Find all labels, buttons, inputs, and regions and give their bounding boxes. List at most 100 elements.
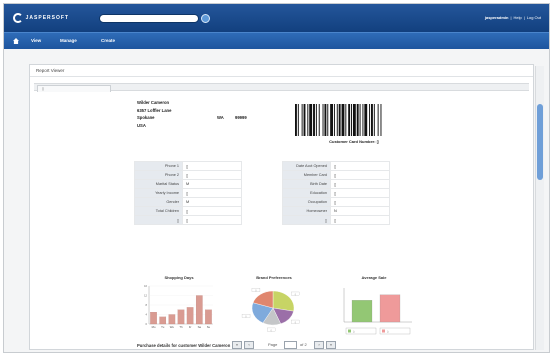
detail-left-value: M [182,179,242,189]
detail-left-value: ▯ [182,206,242,216]
page-number-input[interactable] [284,341,297,349]
detail-left-value: ▯ [182,188,242,198]
detail-left-row: ▯ ▯ [134,215,242,225]
brand-name: JASPERSOFT [25,15,69,21]
search-input[interactable] [99,14,199,23]
barcode-bar [322,104,324,136]
barcode-bar [345,104,347,136]
bar [159,316,167,325]
detail-left-value: ▯ [182,215,242,225]
barcode-bar [307,104,309,136]
bar [205,309,212,325]
barcode-bar [356,104,359,136]
customer-name: Wilder Cameron [137,100,170,105]
barcode-bar [330,104,333,136]
shopping-days-chart: 0 4 8 12 16 Mo Tu We Th Fr Sa Su [144,284,213,329]
barcode-bar [362,104,364,136]
detail-left-row: Marital Status M [134,179,242,189]
detail-right-value: ▯ [330,197,390,207]
detail-right-value: ▯ [330,179,390,189]
menu-view[interactable]: View [31,38,41,43]
legend-swatch [348,329,351,333]
detail-left-row: Yearly Income ▯ [134,188,242,198]
brand-logo[interactable]: JASPERSOFT [13,13,69,23]
barcode-bar [315,104,317,136]
legend-label: ▯ [387,330,388,333]
detail-left-value: ▯ [182,161,242,171]
barcode-bar [369,104,371,136]
x-tick-label: Fr [189,325,192,329]
customer-details-right: Date Acct Opened ▯ Member Card ▯ Birth Date ▯… [282,161,390,225]
pie-slice [272,290,295,312]
x-tick-label: Mo [152,325,156,329]
detail-left-row: Gender M [134,197,242,207]
bar [195,295,203,325]
page-count-label: of 2 [300,342,307,347]
first-page-button[interactable]: « [232,341,242,349]
detail-right-value: ▯ [330,215,390,225]
barcode-bar [297,104,299,136]
scrollbar-thumb[interactable] [537,104,543,180]
user-name-link[interactable]: jasperadmin [485,15,509,20]
average-sale-chart: ▯ ▯ [343,288,412,335]
top-bar: JASPERSOFT jasperadmin | Help | Log Out [4,4,549,32]
home-icon[interactable] [13,38,19,44]
barcode-bar [364,104,368,136]
detail-right-row: Member Card ▯ [282,170,390,180]
average-sale-title: Average Sale [361,275,387,280]
detail-right-label: Education [282,188,331,198]
separator: | [523,15,525,20]
detail-right-value: N [330,206,390,216]
bar [379,294,401,323]
detail-left-label: Gender [134,197,183,207]
prev-page-button[interactable]: ‹ [244,341,254,349]
next-page-button[interactable]: › [314,341,324,349]
slice-label: ▯ [295,293,296,296]
bar [351,300,373,323]
menu-create[interactable]: Create [101,38,115,43]
barcode-bar [327,104,329,136]
detail-right-row: Date Acct Opened ▯ [282,161,390,171]
detail-right-value: ▯ [330,188,390,198]
barcode-bar [295,104,297,136]
vertical-scrollbar[interactable] [535,66,544,350]
bar [150,312,157,325]
detail-right-label: Date Acct Opened [282,161,331,171]
customer-city: Spokane [137,115,155,120]
slice-label: ▯ [295,321,296,324]
x-tick-label: Tu [161,325,165,329]
y-tick-label: 4 [146,313,148,317]
detail-left-label: Phone 1 [134,161,183,171]
customer-zip: 99999 [235,115,247,120]
barcode-bar [348,104,351,136]
browser-frame: JASPERSOFT jasperadmin | Help | Log Out … [3,3,550,353]
detail-left-label: Phone 2 [134,170,183,180]
detail-right-label: ▯ [282,215,331,225]
detail-right-label: Homeowner [282,206,331,216]
detail-right-value: ▯ [330,161,390,171]
slice-label: ▯ [245,315,246,318]
barcode-bar [341,104,345,136]
customer-barcode [295,104,382,136]
barcode-bar [373,104,375,136]
card-number-caption: Customer Card Number: ▯ [329,139,379,144]
logout-link[interactable]: Log Out [527,15,541,20]
shopping-days-title: Shopping Days [164,275,194,280]
bar [168,314,176,325]
y-tick-label: 8 [146,303,148,307]
slice-label: ▯ [255,289,256,292]
detail-right-row: Birth Date ▯ [282,179,390,189]
y-tick-label: 0 [146,322,148,326]
last-page-button[interactable]: » [326,341,336,349]
detail-left-row: Total Children ▯ [134,206,242,216]
panel-title: Report Viewer [30,65,533,77]
help-link[interactable]: Help [513,15,521,20]
breadcrumb-tab[interactable]: ▯ [37,85,111,92]
barcode-bar [333,104,335,136]
barcode-bar [336,104,338,136]
detail-right-row: Occupation ▯ [282,197,390,207]
menu-manage[interactable]: Manage [60,38,77,43]
customer-details-left: Phone 1 ▯ Phone 2 ▯ Marital Status M Yearly In… [134,161,242,225]
search-button[interactable] [201,14,210,23]
barcode-bar [371,104,373,136]
